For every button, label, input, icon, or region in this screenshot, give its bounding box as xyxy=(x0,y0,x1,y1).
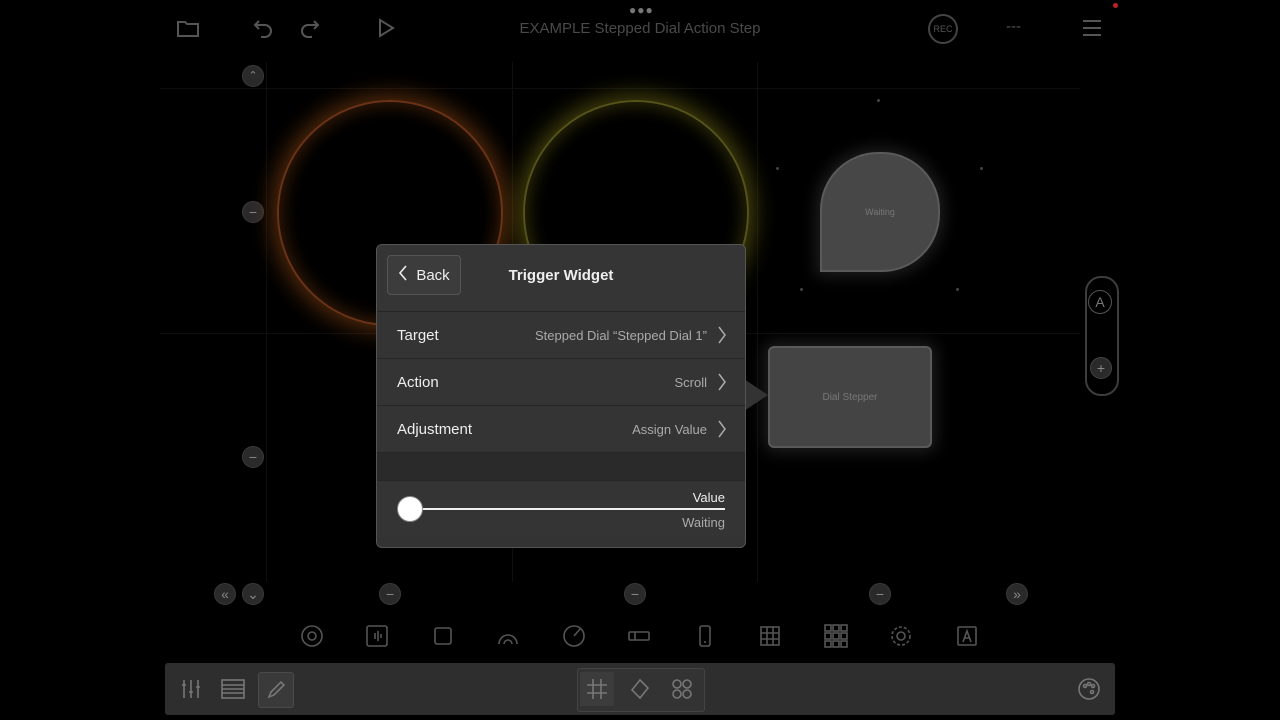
chevron-right-icon xyxy=(717,420,727,443)
dial-tick xyxy=(800,288,803,291)
row-label: Action xyxy=(397,374,439,391)
scroll-left-button[interactable]: « xyxy=(214,583,236,605)
pencil-icon xyxy=(267,680,286,699)
scroll-right-button[interactable]: » xyxy=(1006,583,1028,605)
row-label: Adjustment xyxy=(397,421,473,438)
knob-icon[interactable] xyxy=(561,623,587,649)
edit-mode-button[interactable] xyxy=(258,672,294,708)
waveform-icon[interactable] xyxy=(364,623,390,649)
square-button-icon[interactable] xyxy=(430,623,456,649)
dial-tick xyxy=(980,167,983,170)
adjustment-row[interactable]: Adjustment Assign Value xyxy=(377,405,745,452)
target-row[interactable]: Target Stepped Dial “Stepped Dial 1” xyxy=(377,311,745,358)
scroll-down-button[interactable]: ⌄ xyxy=(242,583,264,605)
dial-tick xyxy=(776,167,779,170)
more-dots-icon[interactable]: ●●● xyxy=(629,3,653,17)
dial-widget[interactable]: Waiting xyxy=(820,152,940,272)
mixer-icon[interactable] xyxy=(174,672,208,706)
remove-row-button[interactable]: − xyxy=(242,446,264,468)
dial-tick xyxy=(956,288,959,291)
dial-stepper-widget[interactable]: Dial Stepper xyxy=(768,346,932,448)
pad-grid-icon[interactable] xyxy=(823,623,849,649)
grid-icon[interactable] xyxy=(757,623,783,649)
chevron-right-icon xyxy=(717,326,727,349)
arc-icon[interactable] xyxy=(495,623,521,649)
popover-arrow xyxy=(744,379,768,411)
grid-line xyxy=(266,62,267,582)
ring-dial-icon[interactable] xyxy=(888,623,914,649)
value-slider-knob[interactable] xyxy=(397,496,423,522)
remove-column-button[interactable]: − xyxy=(624,583,646,605)
remove-column-button[interactable]: − xyxy=(379,583,401,605)
remove-column-button[interactable]: − xyxy=(869,583,891,605)
page-a-button[interactable]: A xyxy=(1088,290,1112,314)
row-value: Assign Value xyxy=(632,422,707,437)
menu-icon[interactable] xyxy=(1078,14,1106,42)
pads-icon[interactable] xyxy=(665,672,699,706)
value-slider-track[interactable] xyxy=(411,508,725,510)
grid-line xyxy=(160,88,1080,89)
row-value: Stepped Dial “Stepped Dial 1” xyxy=(535,328,707,343)
grid-view-icon[interactable] xyxy=(580,672,614,706)
notification-dot xyxy=(1113,3,1118,8)
list-icon[interactable] xyxy=(216,672,250,706)
scroll-up-button[interactable]: ⌃ xyxy=(242,65,264,87)
remove-row-button[interactable]: − xyxy=(242,201,264,223)
dial-icon[interactable] xyxy=(299,623,325,649)
popover-header: Back Trigger Widget xyxy=(377,245,745,311)
phone-icon[interactable] xyxy=(692,623,718,649)
value-slider-row: Value Waiting xyxy=(377,480,745,537)
slider-label: Value xyxy=(692,490,725,505)
dial-tick xyxy=(877,99,880,102)
grid-line xyxy=(757,62,758,582)
status-text: --- xyxy=(1006,18,1021,35)
slider-status: Waiting xyxy=(682,515,725,530)
chevron-right-icon xyxy=(717,373,727,396)
trigger-widget-popover: Back Trigger Widget Target Stepped Dial … xyxy=(376,244,746,548)
palette-icon[interactable] xyxy=(1072,672,1106,706)
action-row[interactable]: Action Scroll xyxy=(377,358,745,405)
row-value: Scroll xyxy=(674,375,707,390)
add-page-button[interactable]: + xyxy=(1090,357,1112,379)
shape-icon[interactable] xyxy=(623,672,657,706)
popover-title: Trigger Widget xyxy=(508,267,614,284)
record-button[interactable]: REC xyxy=(928,14,958,44)
slider-icon[interactable] xyxy=(626,623,652,649)
row-label: Target xyxy=(397,327,439,344)
text-icon[interactable] xyxy=(954,623,980,649)
section-spacer xyxy=(377,452,745,481)
